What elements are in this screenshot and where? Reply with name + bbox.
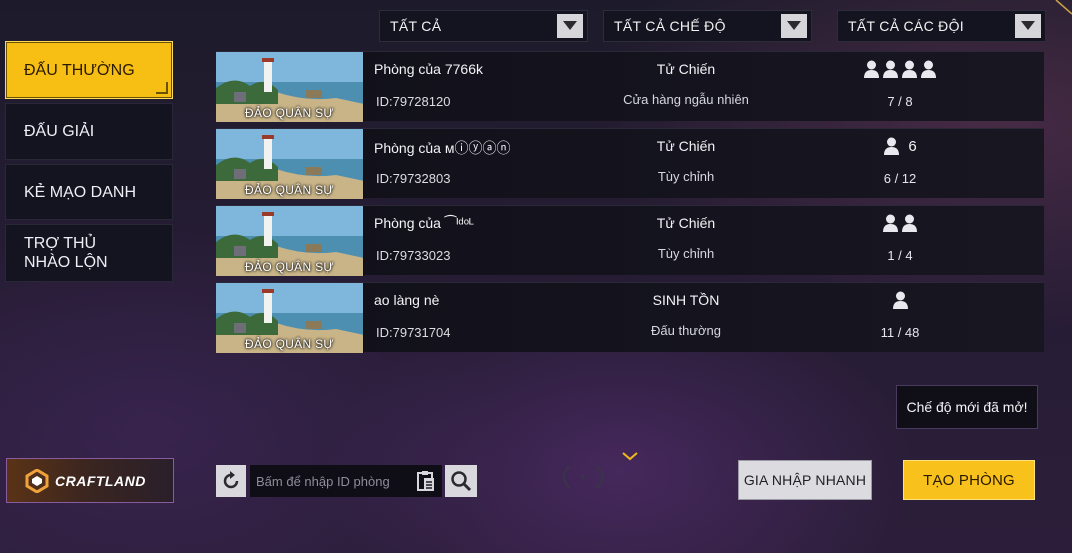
room-id: ID:79732803 (376, 171, 451, 186)
create-room-button[interactable]: TẠO PHÒNG (903, 460, 1035, 500)
tab-tournament[interactable]: ĐẤU GIẢI (5, 103, 173, 160)
create-room-label: TẠO PHÒNG (923, 471, 1015, 489)
filter-all-label: TẤT CẢ (390, 18, 442, 34)
tab-normal-match-label: ĐẤU THƯỜNG (24, 61, 135, 79)
tab-normal-match[interactable]: ĐẤU THƯỜNG (5, 41, 173, 99)
player-icon (884, 137, 900, 155)
room-submode: Tùy chỉnh (657, 246, 715, 261)
room-submode: Cửa hàng ngẫu nhiên (623, 92, 749, 107)
map-thumbnail: ĐẢO QUÂN SỰ (216, 129, 364, 199)
room-submode: Đấu thường (651, 323, 721, 338)
refresh-icon (223, 471, 239, 489)
map-thumbnail: ĐẢO QUÂN SỰ (216, 283, 364, 353)
filter-mode[interactable]: TẤT CẢ CHẾ ĐỘ (603, 10, 812, 42)
team-size: 6 (908, 137, 917, 155)
room-row[interactable]: ĐẢO QUÂN SỰ Phòng của ⁀ᴵᵈᵒᴸ ID:79733023 … (216, 205, 1044, 276)
player-count: 7 / 8 (887, 94, 913, 109)
player-icon (883, 60, 898, 78)
tab-tournament-label: ĐẤU GIẢI (24, 123, 95, 140)
player-icons (816, 291, 984, 309)
room-submode: Tùy chỉnh (657, 169, 715, 184)
filter-team-label: TẤT CẢ CÁC ĐỘI (848, 18, 964, 34)
craftland-logo-icon (25, 468, 49, 493)
chevron-down-icon[interactable] (781, 14, 807, 38)
player-icons (816, 60, 984, 78)
room-name: Phòng của 7766k (374, 61, 483, 77)
chevron-down-icon[interactable] (621, 451, 639, 461)
loading-spinner-icon (562, 465, 604, 489)
player-icon (883, 214, 898, 232)
player-count: 1 / 4 (887, 248, 913, 263)
player-icon (902, 214, 917, 232)
player-icon (902, 60, 917, 78)
player-icons: 6 (816, 137, 984, 155)
player-icon (921, 60, 936, 78)
search-icon (451, 471, 472, 492)
quick-join-button[interactable]: GIA NHẬP NHANH (738, 460, 872, 500)
map-name: ĐẢO QUÂN SỰ (245, 260, 334, 274)
map-name: ĐẢO QUÂN SỰ (245, 183, 334, 197)
room-row[interactable]: ĐẢO QUÂN SỰ ao làng nè ID:79731704 SINH … (216, 282, 1044, 353)
filter-team[interactable]: TẤT CẢ CÁC ĐỘI (837, 10, 1046, 42)
room-id: ID:79731704 (376, 325, 451, 340)
room-mode: Tử Chiến (656, 138, 716, 154)
search-button[interactable] (445, 465, 477, 497)
filter-all[interactable]: TẤT CẢ (379, 10, 588, 42)
new-mode-notice-label: Chế độ mới đã mở! (906, 399, 1028, 415)
map-name: ĐẢO QUÂN SỰ (245, 337, 334, 351)
craftland-button[interactable]: CRAFTLAND (6, 458, 174, 503)
new-mode-notice[interactable]: Chế độ mới đã mở! (896, 385, 1038, 429)
clipboard-icon[interactable] (414, 469, 438, 493)
tab-flip-helper-label: TRỢ THỦ NHÀO LỘN (24, 235, 108, 271)
player-count: 6 / 12 (883, 171, 917, 186)
chevron-down-icon[interactable] (1015, 14, 1041, 38)
map-name: ĐẢO QUÂN SỰ (245, 106, 334, 120)
tab-impostor[interactable]: KẺ MẠO DANH (5, 164, 173, 220)
refresh-button[interactable] (216, 465, 246, 497)
quick-join-label: GIA NHẬP NHANH (743, 472, 867, 488)
player-icon (864, 60, 879, 78)
player-count: 11 / 48 (880, 325, 920, 340)
player-icon (892, 291, 908, 309)
room-mode: Tử Chiến (656, 215, 716, 231)
room-name: Phòng của ⁀ᴵᵈᵒᴸ (374, 215, 474, 231)
room-name: Phòng của ᴍⓘⓨⓐⓝ (374, 140, 511, 156)
map-thumbnail: ĐẢO QUÂN SỰ (216, 52, 364, 122)
room-id: ID:79733023 (376, 248, 451, 263)
room-mode: Tử Chiến (656, 61, 716, 77)
chevron-down-icon[interactable] (557, 14, 583, 38)
room-id: ID:79728120 (376, 94, 451, 109)
craftland-label: CRAFTLAND (55, 472, 146, 489)
corner-decoration-icon (1055, 0, 1072, 15)
room-mode: SINH TỒN (652, 292, 720, 308)
room-row[interactable]: ĐẢO QUÂN SỰ Phòng của 7766k ID:79728120 … (216, 51, 1044, 122)
room-name: ao làng nè (374, 292, 440, 308)
filter-mode-label: TẤT CẢ CHẾ ĐỘ (614, 18, 726, 34)
tab-impostor-label: KẺ MẠO DANH (24, 183, 137, 201)
player-icons (816, 214, 984, 232)
map-thumbnail: ĐẢO QUÂN SỰ (216, 206, 364, 276)
room-row[interactable]: ĐẢO QUÂN SỰ Phòng của ᴍⓘⓨⓐⓝ ID:79732803 … (216, 128, 1044, 199)
tab-flip-helper[interactable]: TRỢ THỦ NHÀO LỘN (5, 224, 173, 282)
